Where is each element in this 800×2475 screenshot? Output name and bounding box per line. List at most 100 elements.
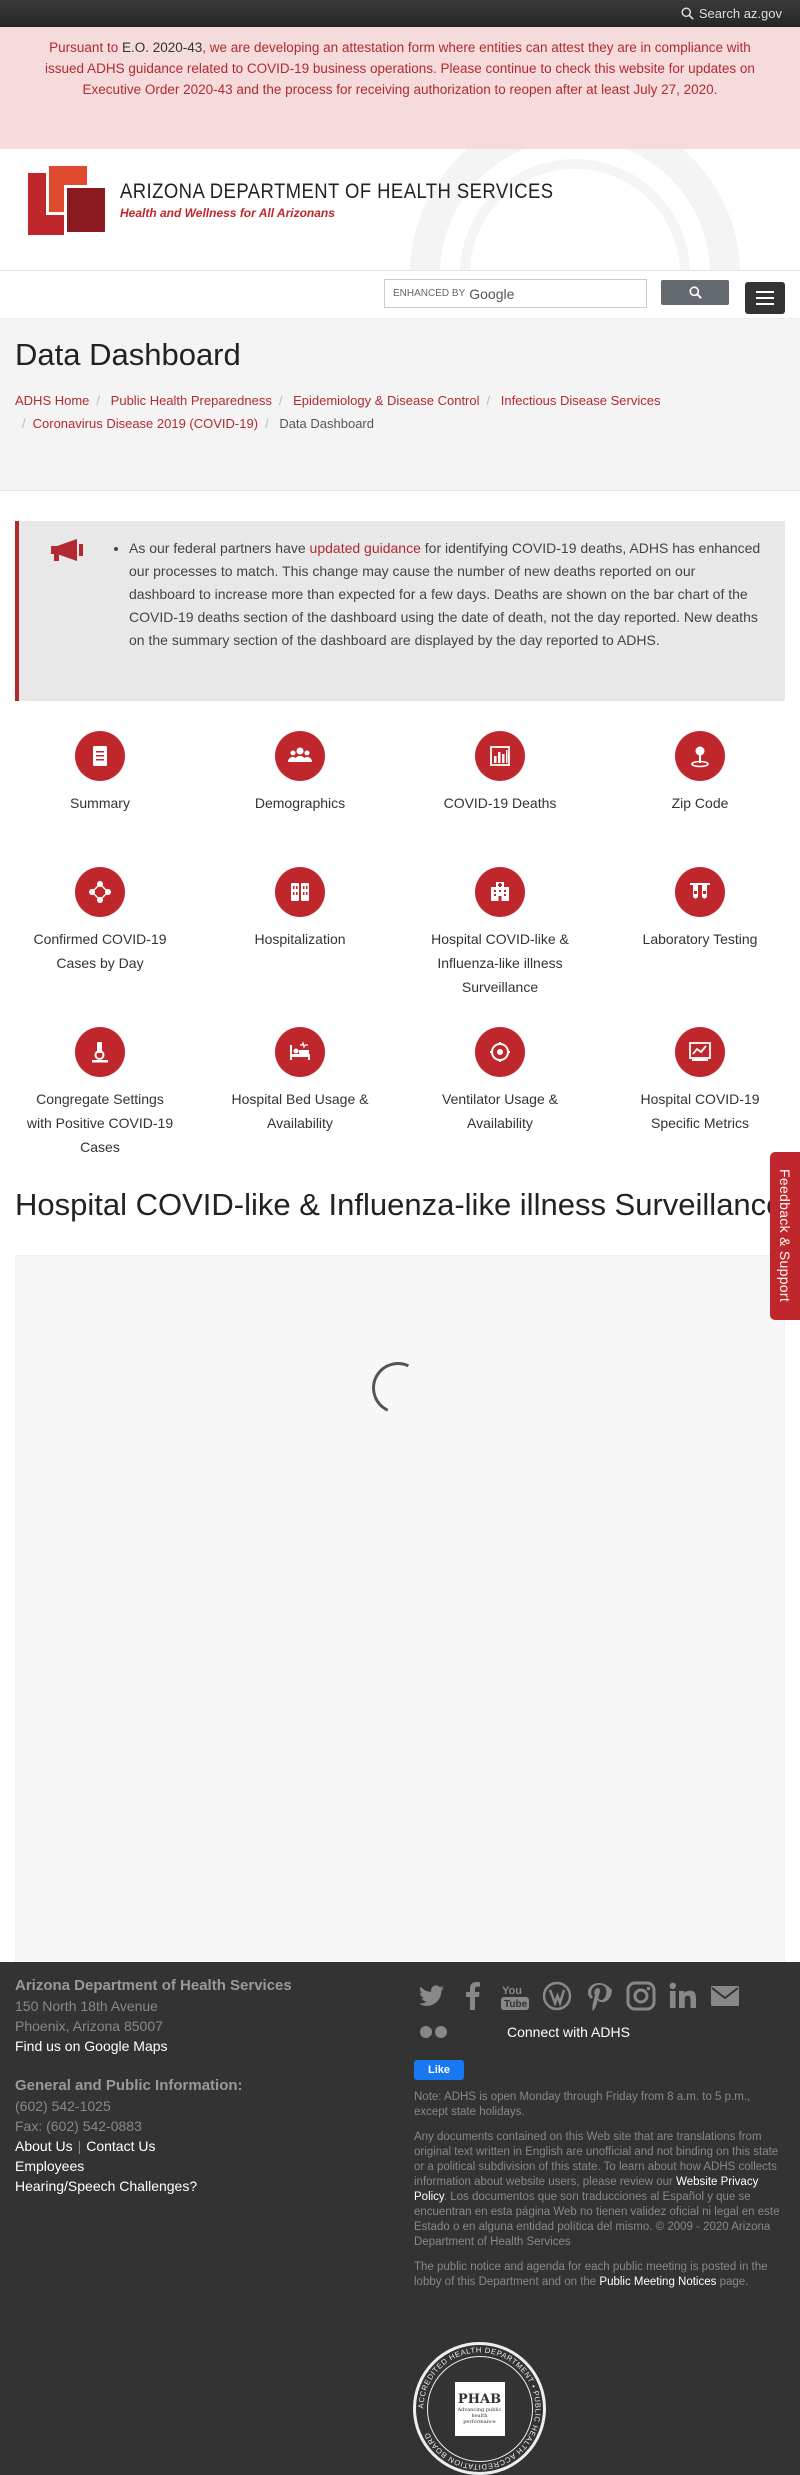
- enhanced-by-label: ENHANCED BY: [393, 288, 466, 299]
- footer-info-header: General and Public Information:: [15, 2077, 243, 2094]
- updated-guidance-link[interactable]: updated guidance: [310, 540, 421, 556]
- nav-label: Demographics: [254, 795, 346, 811]
- nav-label: Hospitalization: [254, 931, 346, 947]
- search-az-gov-link[interactable]: Search az.gov: [681, 6, 782, 21]
- people-icon: [288, 747, 312, 762]
- google-label: Google: [469, 285, 515, 302]
- connect-label: Connect with ADHS: [507, 2024, 630, 2040]
- hamburger-menu-button[interactable]: [745, 282, 785, 314]
- svg-text:You: You: [502, 1985, 522, 1997]
- pinterest-icon[interactable]: [582, 1979, 616, 2013]
- breadcrumb-current: Data Dashboard: [279, 416, 374, 431]
- instagram-icon[interactable]: [624, 1979, 658, 2013]
- nav-covid19-deaths[interactable]: COVID-19 Deaths: [400, 721, 600, 857]
- contact-us-link[interactable]: Contact Us: [86, 2138, 155, 2154]
- search-icon: [681, 7, 694, 20]
- network-icon: [89, 881, 111, 903]
- about-us-link[interactable]: About Us: [15, 2138, 73, 2154]
- nav-summary[interactable]: Summary: [0, 721, 200, 857]
- facebook-icon[interactable]: [456, 1979, 490, 2013]
- nav-label: Confirmed COVID-19 Cases by Day: [33, 931, 167, 971]
- feedback-label: Feedback & Support: [777, 1169, 793, 1303]
- search-button[interactable]: [661, 280, 729, 305]
- phab-ring: ACCREDITED HEALTH DEPARTMENT • PUBLIC HE…: [416, 2345, 542, 2471]
- executive-order-banner: Pursuant to E.O. 2020-43, we are develop…: [0, 27, 800, 149]
- notice-item: As our federal partners have updated gui…: [129, 537, 765, 652]
- top-bar: Search az.gov: [0, 0, 800, 27]
- nav-label: Congregate Settings with Positive COVID-…: [26, 1091, 174, 1155]
- nav-confirmed-cases-by-day[interactable]: Confirmed COVID-19 Cases by Day: [0, 857, 200, 1017]
- nav-covid-influenza-surveillance[interactable]: Hospital COVID-like & Influenza-like ill…: [400, 857, 600, 1017]
- google-search-input[interactable]: ENHANCED BY Google: [384, 279, 647, 308]
- email-icon[interactable]: [708, 1979, 742, 2013]
- svg-text:ACCREDITED HEALTH DEPARTMENT •: ACCREDITED HEALTH DEPARTMENT • PUBLIC HE…: [416, 2345, 542, 2471]
- nav-label: Zip Code: [671, 795, 729, 811]
- document-icon: [93, 746, 107, 766]
- logo-tagline: Health and Wellness for All Arizonans: [120, 206, 335, 220]
- search-icon: [688, 286, 702, 299]
- footer-org-name: Arizona Department of Health Services: [15, 1977, 292, 1994]
- public-meeting-notices-link[interactable]: Public Meeting Notices: [599, 2276, 716, 2288]
- section-title: Hospital COVID-like & Influenza-like ill…: [15, 1187, 784, 1222]
- footer-fax: Fax: (602) 542-0883: [15, 2118, 142, 2134]
- phab-accreditation-seal[interactable]: ACCREDITED HEALTH DEPARTMENT • PUBLIC HE…: [413, 2342, 546, 2475]
- test-tubes-icon: [690, 883, 710, 899]
- nav-label: Hospital COVID-like & Influenza-like ill…: [431, 931, 569, 995]
- megaphone-icon: [51, 539, 83, 561]
- page-title-area: Data Dashboard ADHS Home / Public Health …: [0, 319, 800, 491]
- bed-icon: [290, 1041, 310, 1060]
- breadcrumb-public-health-preparedness[interactable]: Public Health Preparedness: [111, 393, 272, 408]
- adhs-logo[interactable]: ARIZONA DEPARTMENT OF HEALTH SERVICES He…: [28, 163, 613, 237]
- nav-hospital-bed-usage[interactable]: Hospital Bed Usage & Availability: [200, 1017, 400, 1177]
- dashboard-nav-grid: Summary Demographics COVID-19 Deaths Zip…: [0, 721, 800, 1177]
- hospital-building-icon: [491, 882, 509, 901]
- nav-demographics[interactable]: Demographics: [200, 721, 400, 857]
- site-header: 1912 ARIZONA DEPARTMENT OF HEALTH SERVIC…: [0, 149, 800, 271]
- nav-label: Laboratory Testing: [642, 931, 758, 947]
- footer-phone: (602) 542-1025: [15, 2098, 111, 2114]
- google-maps-link[interactable]: Find us on Google Maps: [15, 2036, 395, 2056]
- nav-laboratory-testing[interactable]: Laboratory Testing: [600, 857, 800, 1017]
- hospital-beds-icon: [291, 883, 309, 901]
- bar-chart-icon: [490, 746, 510, 766]
- menu-icon: [756, 291, 774, 293]
- breadcrumb-infectious-disease[interactable]: Infectious Disease Services: [501, 393, 661, 408]
- page-title: Data Dashboard: [15, 337, 241, 372]
- breadcrumb-adhs-home[interactable]: ADHS Home: [15, 393, 89, 408]
- nav-label: Hospital Bed Usage & Availability: [231, 1091, 369, 1131]
- nav-label: Summary: [70, 795, 130, 811]
- youtube-icon[interactable]: You Tube: [498, 1979, 532, 2013]
- nav-congregate-settings[interactable]: Congregate Settings with Positive COVID-…: [0, 1017, 200, 1177]
- adhs-logo-mark: [28, 163, 108, 237]
- svg-text:Tube: Tube: [504, 1999, 528, 2010]
- dashboard-embed[interactable]: [15, 1255, 785, 2020]
- loading-spinner-icon: [364, 1354, 432, 1422]
- map-pin-icon: [691, 746, 709, 768]
- nav-label: Ventilator Usage & Availability: [442, 1091, 558, 1131]
- twitter-icon[interactable]: [414, 1979, 448, 2013]
- breadcrumb-epidemiology[interactable]: Epidemiology & Disease Control: [293, 393, 479, 408]
- nav-label: Hospital COVID-19 Specific Metrics: [640, 1091, 760, 1131]
- trend-chart-icon: [689, 1042, 711, 1061]
- eo-link[interactable]: E.O. 2020-43: [122, 40, 202, 55]
- connect-with-adhs-row: Connect with ADHS: [414, 2024, 784, 2040]
- footer-address-line2: Phoenix, Arizona 85007: [15, 2018, 163, 2034]
- logo-title: ARIZONA DEPARTMENT OF HEALTH SERVICES: [120, 180, 554, 203]
- flickr-icon[interactable]: [420, 2026, 447, 2038]
- search-az-gov-label: Search az.gov: [698, 6, 782, 21]
- footer-meeting-note: The public notice and agenda for each pu…: [414, 2261, 768, 2288]
- search-row: ENHANCED BY Google: [0, 271, 800, 319]
- site-footer: Arizona Department of Health Services 15…: [0, 1962, 800, 2475]
- nav-ventilator-usage[interactable]: Ventilator Usage & Availability: [400, 1017, 600, 1177]
- employees-link[interactable]: Employees: [15, 2156, 395, 2176]
- linkedin-icon[interactable]: [666, 1979, 700, 2013]
- nav-hospitalization[interactable]: Hospitalization: [200, 857, 400, 1017]
- wordpress-icon[interactable]: [540, 1979, 574, 2013]
- ventilator-icon: [490, 1042, 510, 1062]
- nav-zip-code[interactable]: Zip Code: [600, 721, 800, 857]
- footer-hours-note: Note: ADHS is open Monday through Friday…: [414, 2091, 751, 2118]
- feedback-support-tab[interactable]: Feedback & Support: [770, 1152, 800, 1320]
- facebook-like-button[interactable]: Like: [414, 2060, 464, 2080]
- breadcrumb-covid19[interactable]: Coronavirus Disease 2019 (COVID-19): [33, 416, 258, 431]
- hearing-speech-link[interactable]: Hearing/Speech Challenges?: [15, 2176, 395, 2196]
